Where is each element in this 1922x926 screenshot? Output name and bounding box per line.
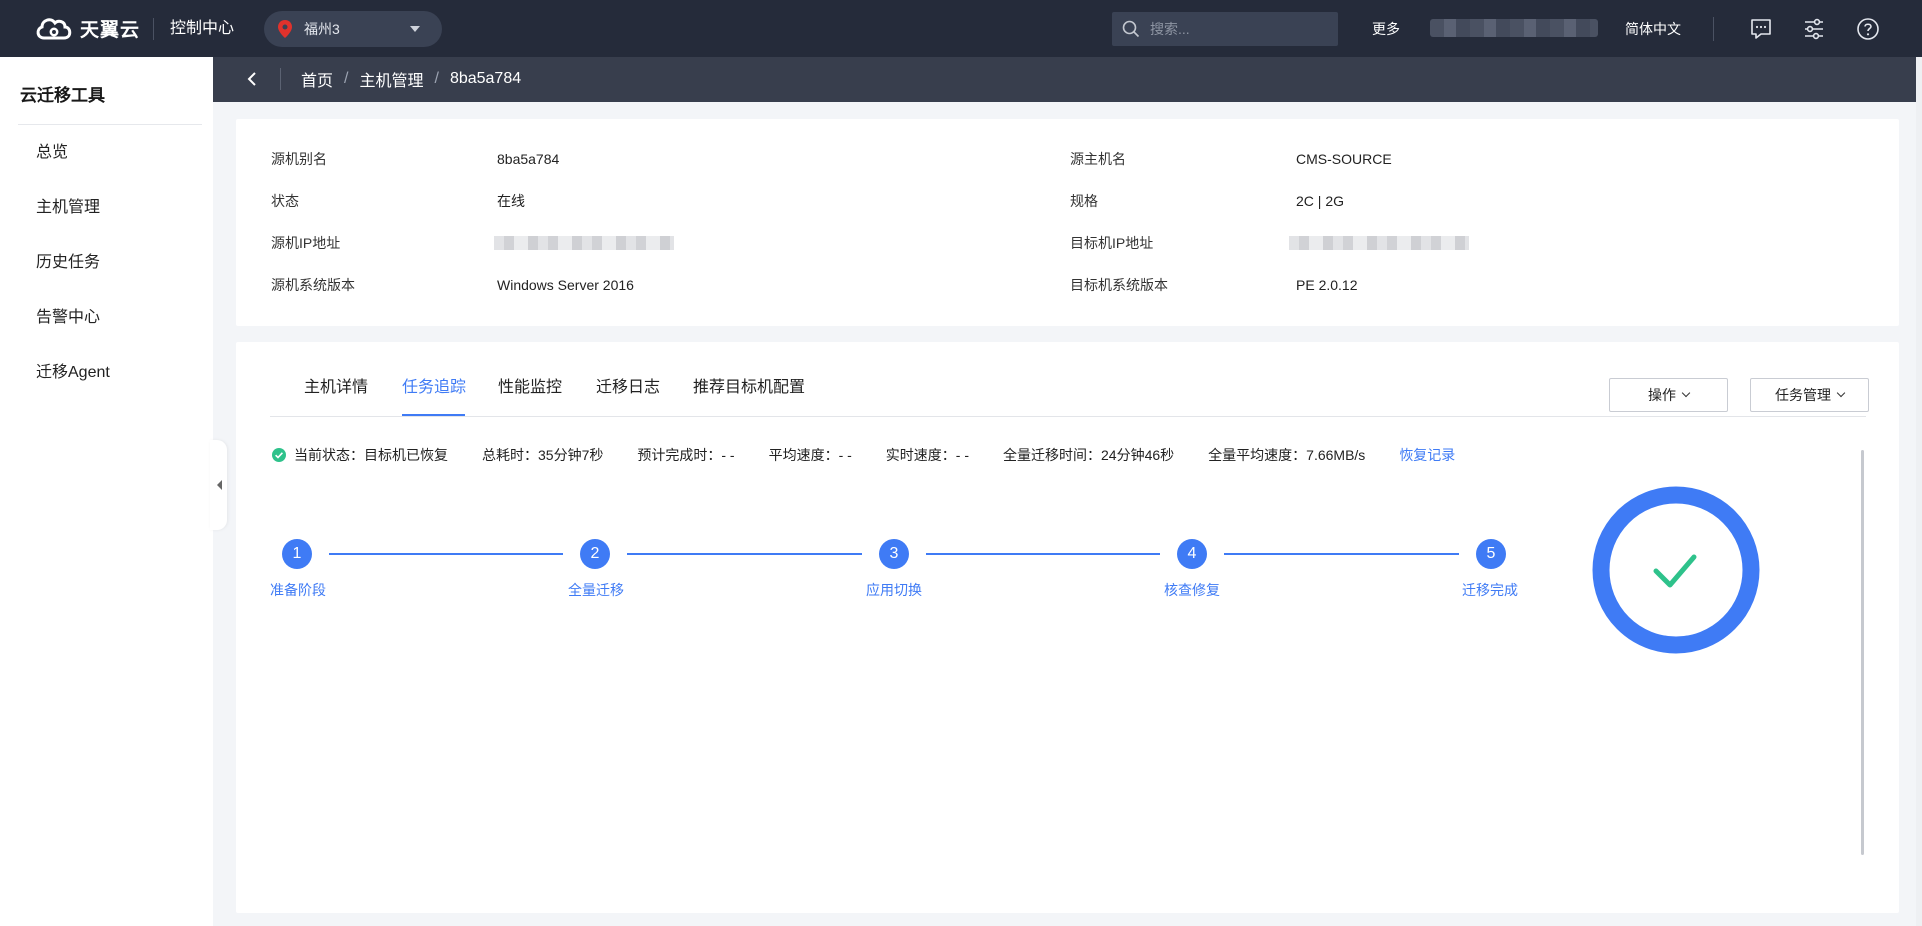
- full-migration-time: 全量迁移时间：24分钟46秒: [1003, 447, 1175, 463]
- task-status-summary: 当前状态：目标机已恢复 总耗时：35分钟7秒 预计完成时：- - 平均速度：- …: [272, 445, 1455, 465]
- cloud-logo-icon: [36, 18, 72, 40]
- source-hostname-value: CMS-SOURCE: [1296, 151, 1392, 167]
- status-value: 在线: [497, 193, 525, 209]
- sidebar-collapse-handle[interactable]: [210, 440, 227, 530]
- sidebar-title: 云迁移工具: [20, 86, 105, 105]
- global-search[interactable]: [1112, 12, 1338, 46]
- chevron-down-icon: [1681, 388, 1691, 398]
- migration-complete-ring-icon: [1592, 486, 1760, 654]
- account-name-redacted[interactable]: [1430, 19, 1598, 37]
- step-2-label: 全量迁移: [568, 582, 624, 598]
- language-switch[interactable]: 简体中文: [1625, 18, 1681, 40]
- target-os-value: PE 2.0.12: [1296, 277, 1358, 293]
- tab-migration-log[interactable]: 迁移日志: [596, 376, 660, 400]
- breadcrumb-host-management[interactable]: 主机管理: [359, 67, 423, 91]
- step-5-label: 迁移完成: [1462, 582, 1518, 598]
- source-alias-value: 8ba5a784: [497, 151, 560, 167]
- source-hostname-label: 源主机名: [1070, 151, 1126, 167]
- operate-dropdown-button[interactable]: 操作: [1609, 378, 1728, 412]
- host-info-card: [236, 119, 1899, 326]
- source-ip-value-redacted: [494, 236, 674, 250]
- page-scrollbar-track[interactable]: [1916, 57, 1922, 926]
- task-management-button-label: 任务管理: [1775, 387, 1831, 403]
- step-1-circle: 1: [282, 539, 312, 569]
- spec-label: 规格: [1070, 193, 1098, 209]
- back-arrow-icon[interactable]: [245, 66, 259, 92]
- message-icon[interactable]: [1749, 17, 1773, 41]
- console-title-link[interactable]: 控制中心: [170, 18, 234, 40]
- target-ip-label: 目标机IP地址: [1070, 235, 1154, 251]
- operate-button-label: 操作: [1648, 387, 1676, 403]
- tab-performance-monitoring[interactable]: 性能监控: [498, 376, 562, 400]
- status-label: 状态: [271, 193, 299, 209]
- sidebar: 云迁移工具 总览 主机管理 历史任务 告警中心 迁移Agent: [0, 57, 213, 926]
- realtime-speed: 实时速度：- -: [885, 447, 970, 463]
- breadcrumb-separator: /: [344, 70, 349, 87]
- current-status: 当前状态：目标机已恢复: [294, 447, 448, 463]
- brand-logo[interactable]: 天翼云: [34, 13, 140, 43]
- nav-divider: [1713, 17, 1714, 41]
- step-4-circle: 4: [1177, 539, 1207, 569]
- step-1-label: 准备阶段: [270, 582, 326, 598]
- source-alias-label: 源机别名: [271, 151, 327, 167]
- settings-sliders-icon[interactable]: [1802, 17, 1826, 41]
- tabs-divider: [270, 416, 1866, 417]
- source-ip-label: 源机IP地址: [271, 235, 341, 251]
- source-os-label: 源机系统版本: [271, 277, 355, 293]
- average-speed: 平均速度：- -: [768, 447, 852, 463]
- breadcrumb-divider: [280, 68, 281, 90]
- region-name: 福州3: [304, 21, 340, 37]
- active-tab-indicator: [402, 414, 465, 416]
- tab-task-tracking[interactable]: 任务追踪: [402, 376, 466, 400]
- target-ip-value-redacted: [1289, 236, 1469, 250]
- sidebar-item-host-management[interactable]: 主机管理: [36, 196, 100, 220]
- brand-name: 天翼云: [80, 19, 141, 41]
- search-icon: [1122, 20, 1140, 38]
- tab-recommended-target-config[interactable]: 推荐目标机配置: [693, 376, 805, 400]
- full-average-speed: 全量平均速度：7.66MB/s: [1208, 447, 1366, 463]
- sidebar-item-alert-center[interactable]: 告警中心: [36, 306, 100, 330]
- source-os-value: Windows Server 2016: [497, 277, 634, 293]
- caret-down-icon: [410, 26, 420, 32]
- step-connector: [1224, 553, 1459, 555]
- step-connector: [329, 553, 563, 555]
- breadcrumb-separator: /: [434, 70, 439, 87]
- content-scrollbar[interactable]: [1861, 450, 1864, 855]
- sidebar-item-overview[interactable]: 总览: [36, 141, 68, 165]
- tab-host-details[interactable]: 主机详情: [304, 376, 368, 400]
- step-3-label: 应用切换: [866, 582, 922, 598]
- search-input[interactable]: [1150, 21, 1330, 37]
- region-selector[interactable]: 福州3: [264, 11, 442, 47]
- breadcrumb-home[interactable]: 首页: [301, 67, 333, 91]
- step-connector: [627, 553, 862, 555]
- nav-divider: [153, 18, 154, 40]
- chevron-down-icon: [1836, 388, 1846, 398]
- step-4-label: 核查修复: [1164, 582, 1220, 598]
- sidebar-item-migration-agent[interactable]: 迁移Agent: [36, 361, 110, 385]
- target-os-label: 目标机系统版本: [1070, 277, 1168, 293]
- step-3-circle: 3: [879, 539, 909, 569]
- breadcrumb: 首页 / 主机管理 / 8ba5a784: [301, 68, 521, 90]
- help-icon[interactable]: [1856, 17, 1880, 41]
- restore-record-link[interactable]: 恢复记录: [1399, 445, 1455, 465]
- spec-value: 2C | 2G: [1296, 193, 1344, 209]
- location-pin-icon: [278, 20, 292, 38]
- step-connector: [926, 553, 1160, 555]
- success-check-icon: [272, 448, 286, 462]
- step-5-circle: 5: [1476, 539, 1506, 569]
- task-management-dropdown-button[interactable]: 任务管理: [1750, 378, 1869, 412]
- breadcrumb-current-host: 8ba5a784: [449, 70, 522, 87]
- estimated-finish: 预计完成时：- -: [637, 447, 735, 463]
- sidebar-divider: [18, 124, 202, 125]
- total-time: 总耗时：35分钟7秒: [482, 447, 604, 463]
- top-navigation-bar: 天翼云 控制中心 福州3 更多 简体中文: [0, 0, 1922, 57]
- sidebar-item-history-tasks[interactable]: 历史任务: [36, 251, 100, 275]
- step-2-circle: 2: [580, 539, 610, 569]
- more-menu[interactable]: 更多: [1372, 18, 1400, 40]
